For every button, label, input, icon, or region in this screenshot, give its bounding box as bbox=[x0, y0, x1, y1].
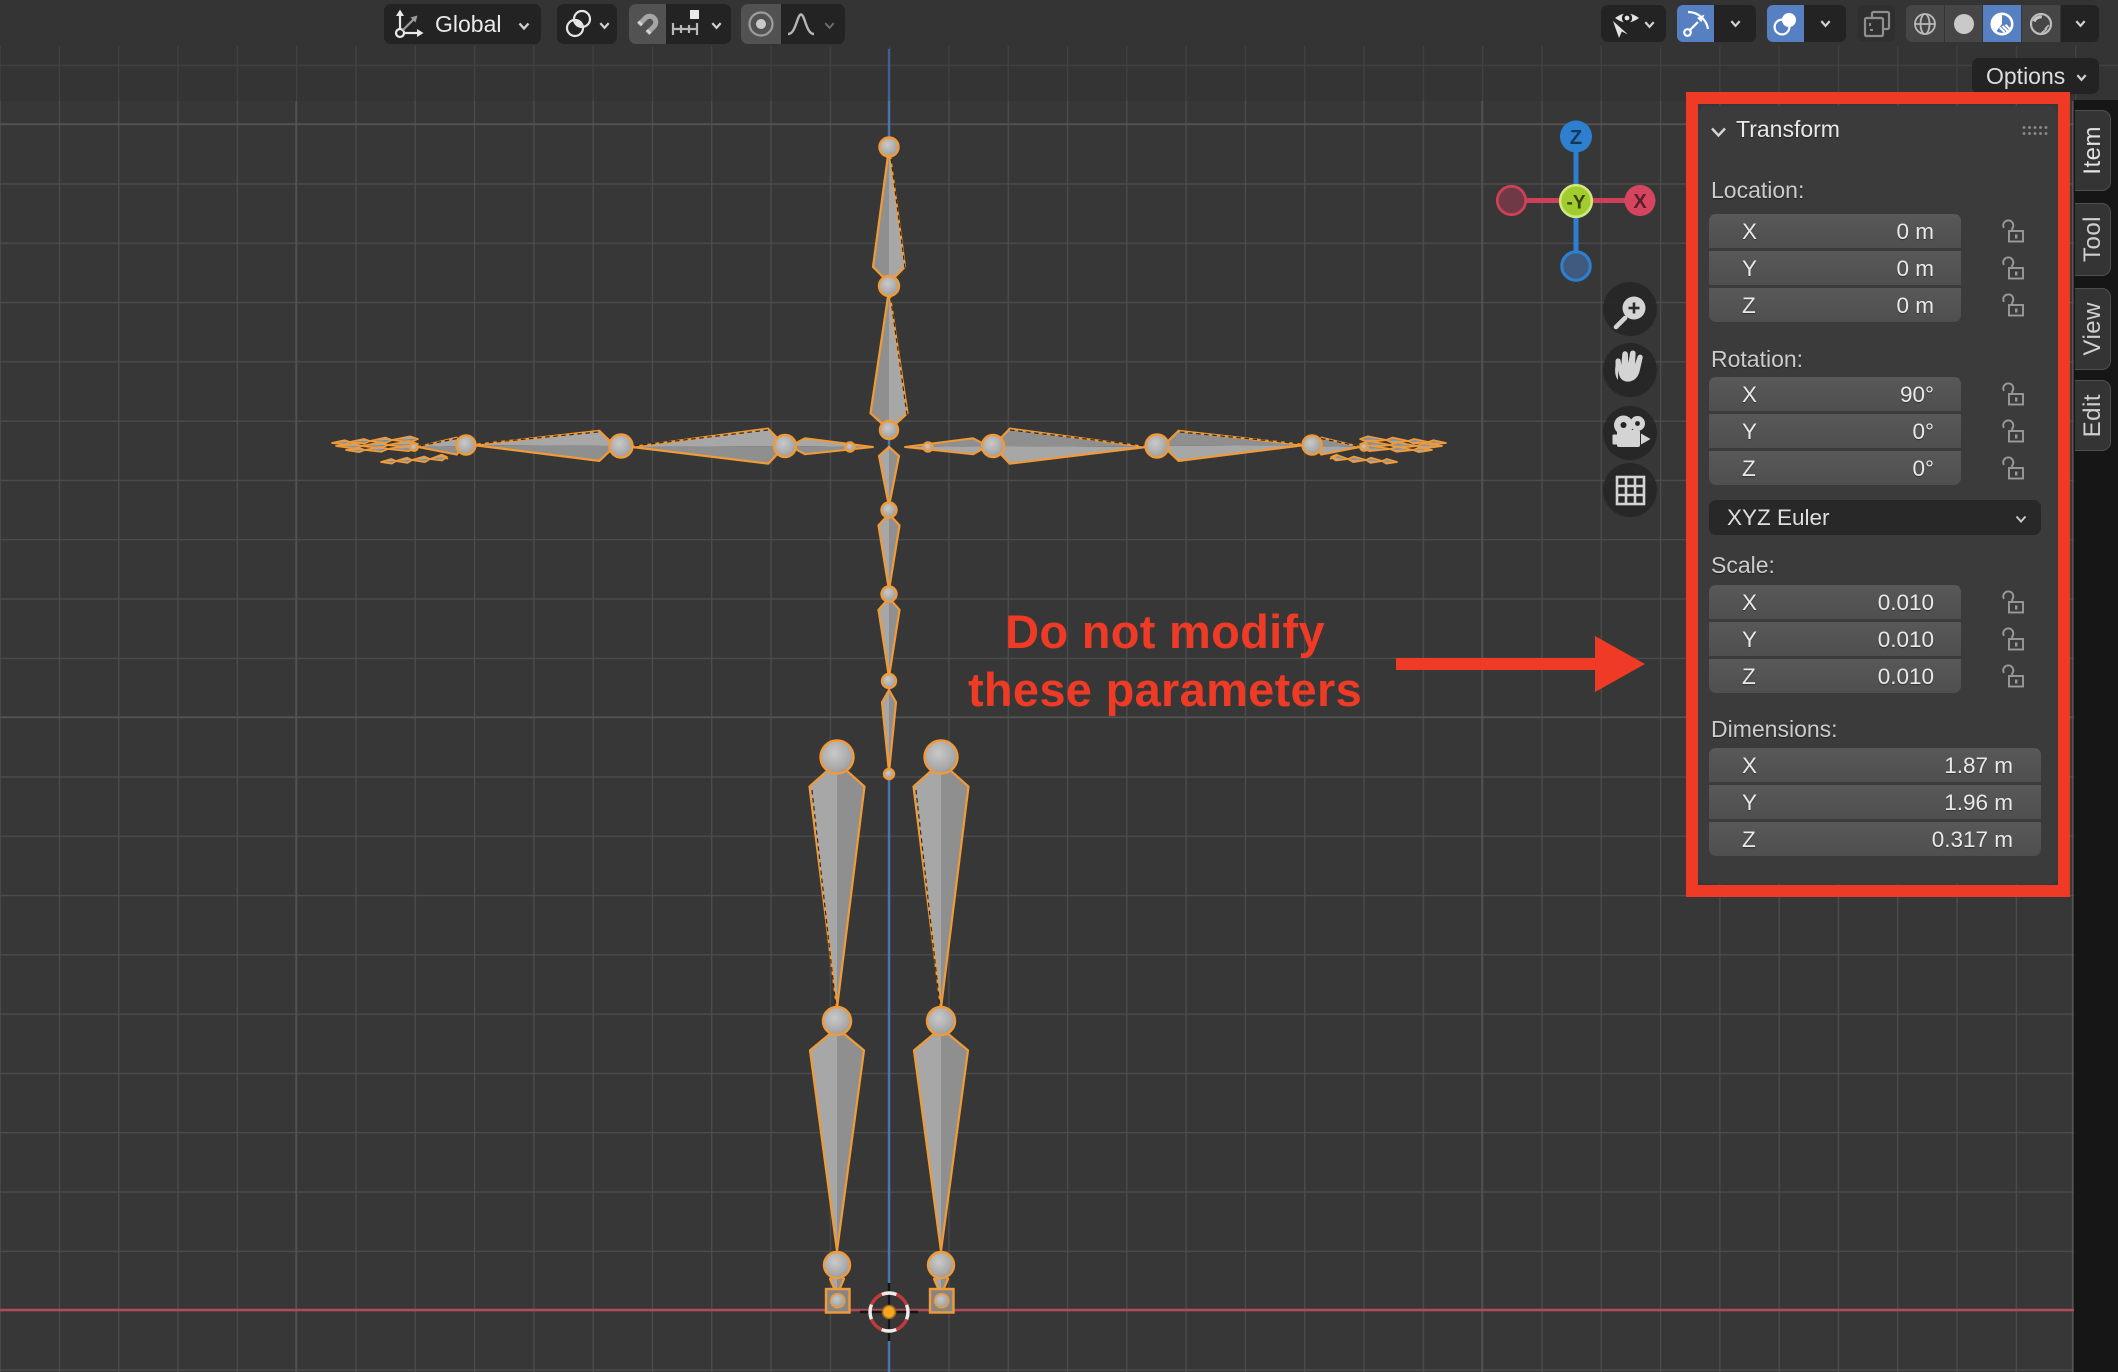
svg-text:Z: Z bbox=[1570, 127, 1582, 149]
svg-text:-Y: -Y bbox=[1567, 193, 1586, 214]
svg-text:X: X bbox=[1633, 191, 1647, 213]
